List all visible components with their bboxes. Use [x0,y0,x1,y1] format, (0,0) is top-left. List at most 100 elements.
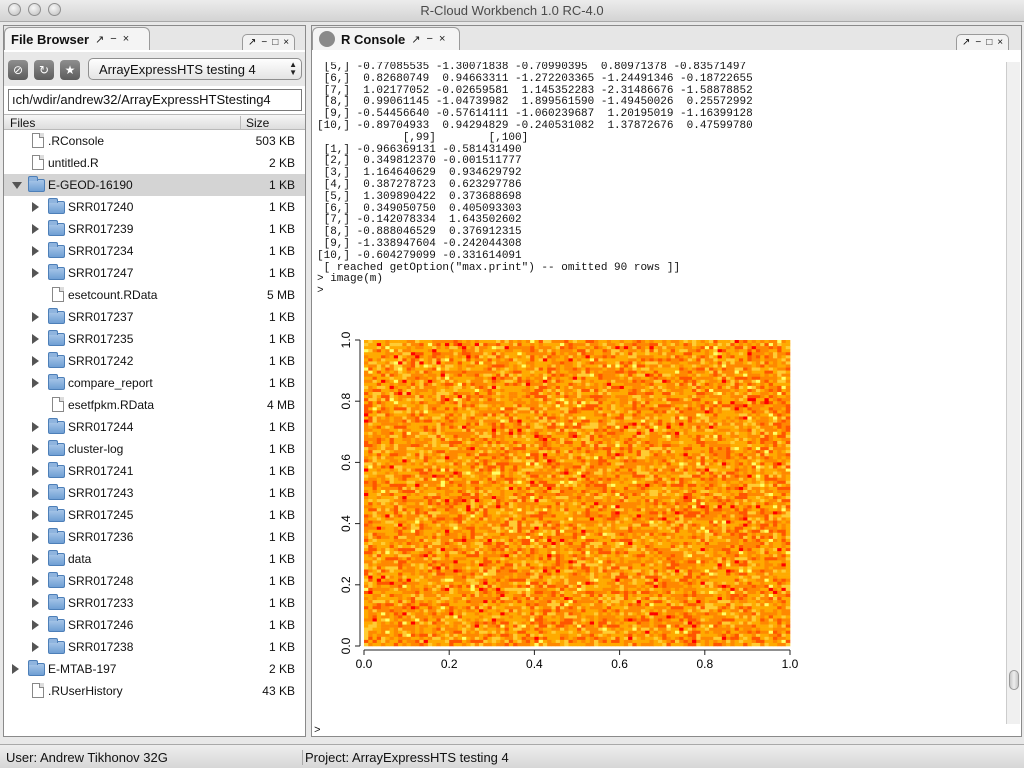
folder-row[interactable]: SRR017238 1 KB [4,636,305,658]
expand-triangle-icon[interactable] [32,510,39,520]
expand-triangle-icon[interactable] [32,268,39,278]
folder-row[interactable]: SRR017235 1 KB [4,328,305,350]
file-row[interactable]: esetcount.RData 5 MB [4,284,305,306]
file-row[interactable]: .RConsole 503 KB [4,130,305,152]
expand-triangle-icon[interactable] [32,532,39,542]
file-icon [32,683,44,698]
expand-triangle-icon[interactable] [32,312,39,322]
folder-row[interactable]: SRR017241 1 KB [4,460,305,482]
folder-row[interactable]: SRR017233 1 KB [4,592,305,614]
expand-triangle-icon[interactable] [32,576,39,586]
expand-triangle-icon[interactable] [32,466,39,476]
file-browser-toolbar: ⊘ ↻ ★ ArrayExpressHTS testing 4 ▲ ▼ [4,52,305,86]
expand-triangle-icon[interactable] [32,334,39,344]
expand-triangle-icon[interactable] [32,224,39,234]
x-tick-label: 0.8 [696,657,713,671]
minimize-icon[interactable]: − [110,33,116,45]
folder-icon [48,308,65,324]
expand-triangle-icon[interactable] [32,378,39,388]
path-field[interactable]: ıch/wdir/andrew32/ArrayExpressHTStesting… [8,89,302,111]
folder-row[interactable]: E-GEOD-16190 1 KB [4,174,305,196]
console-output[interactable]: [5,] -0.77085535 -1.30071838 -0.70990395… [314,62,1005,724]
folder-row[interactable]: SRR017236 1 KB [4,526,305,548]
folder-row[interactable]: compare_report 1 KB [4,372,305,394]
close-icon[interactable]: × [123,33,129,45]
file-list: .RConsole 503 KB untitled.R 2 KB E-GEOD-1619… [4,130,305,702]
file-size: 5 MB [266,288,295,302]
r-console-panel: R Console ↗ − × ↗ − □ × [5,] -0.77085535… [311,25,1022,737]
folder-icon [28,660,45,676]
expand-triangle-icon[interactable] [32,488,39,498]
maximize-icon[interactable]: □ [986,37,992,48]
refresh-icon[interactable]: ↻ [34,60,54,80]
expand-triangle-icon[interactable] [12,664,19,674]
folder-row[interactable]: SRR017243 1 KB [4,482,305,504]
console-scrollbar[interactable] [1006,62,1020,724]
x-tick-label: 0.6 [611,657,628,671]
folder-row[interactable]: SRR017248 1 KB [4,570,305,592]
folder-row[interactable]: SRR017234 1 KB [4,240,305,262]
star-icon[interactable]: ★ [60,60,80,80]
folder-row[interactable]: SRR017244 1 KB [4,416,305,438]
file-row[interactable]: untitled.R 2 KB [4,152,305,174]
file-name: .RUserHistory [48,684,123,698]
column-header-files[interactable]: Files [10,116,35,130]
folder-row[interactable]: data 1 KB [4,548,305,570]
folder-row[interactable]: SRR017246 1 KB [4,614,305,636]
folder-row[interactable]: SRR017247 1 KB [4,262,305,284]
tab-file-browser[interactable]: File Browser ↗ − × [4,27,150,50]
folder-icon [48,528,65,544]
folder-row[interactable]: SRR017242 1 KB [4,350,305,372]
file-name: SRR017241 [68,464,134,478]
collapse-triangle-icon[interactable] [12,182,22,189]
undock-icon[interactable]: ↗ [248,37,256,48]
file-name: SRR017240 [68,200,134,214]
folder-icon [48,616,65,632]
folder-row[interactable]: SRR017239 1 KB [4,218,305,240]
file-name: untitled.R [48,156,99,170]
project-select[interactable]: ArrayExpressHTS testing 4 ▲ ▼ [88,58,302,80]
file-list-header: Files Size [4,114,305,130]
folder-row[interactable]: E-MTAB-197 2 KB [4,658,305,680]
file-name: data [68,552,92,566]
file-browser-panel: File Browser ↗ − × ↗ − □ × ⊘ ↻ ★ ArrayEx… [3,25,306,737]
expand-triangle-icon[interactable] [32,246,39,256]
heatmap-cells [364,340,791,647]
column-header-size[interactable]: Size [240,116,269,130]
disconnect-icon[interactable]: ⊘ [8,60,28,80]
undock-icon[interactable]: ↗ [411,33,420,46]
expand-triangle-icon[interactable] [32,620,39,630]
console-input[interactable]: > [314,725,321,737]
expand-triangle-icon[interactable] [32,422,39,432]
file-browser-tabbar: File Browser ↗ − × ↗ − □ × [4,26,305,50]
folder-row[interactable]: SRR017245 1 KB [4,504,305,526]
expand-triangle-icon[interactable] [32,598,39,608]
file-size: 1 KB [268,244,295,258]
file-row[interactable]: .RUserHistory 43 KB [4,680,305,702]
close-icon[interactable]: × [997,37,1003,48]
scroll-thumb[interactable] [1009,670,1019,690]
folder-row[interactable]: SRR017240 1 KB [4,196,305,218]
tab-label: R Console [341,31,406,47]
expand-triangle-icon[interactable] [32,356,39,366]
close-icon[interactable]: × [283,37,289,48]
tab-r-console[interactable]: R Console ↗ − × [312,27,460,50]
minimize-icon[interactable]: − [261,37,267,48]
undock-icon[interactable]: ↗ [962,37,970,48]
minimize-icon[interactable]: − [975,37,981,48]
file-name: SRR017243 [68,486,134,500]
expand-triangle-icon[interactable] [32,642,39,652]
file-size: 2 KB [268,662,295,676]
maximize-icon[interactable]: □ [272,37,278,48]
undock-icon[interactable]: ↗ [95,33,104,46]
file-row[interactable]: esetfpkm.RData 4 MB [4,394,305,416]
expand-triangle-icon[interactable] [32,444,39,454]
folder-row[interactable]: SRR017237 1 KB [4,306,305,328]
folder-row[interactable]: cluster-log 1 KB [4,438,305,460]
minimize-icon[interactable]: − [427,33,433,45]
expand-triangle-icon[interactable] [32,202,39,212]
close-icon[interactable]: × [439,33,445,45]
tab-label: File Browser [11,31,90,47]
folder-icon [48,374,65,390]
expand-triangle-icon[interactable] [32,554,39,564]
